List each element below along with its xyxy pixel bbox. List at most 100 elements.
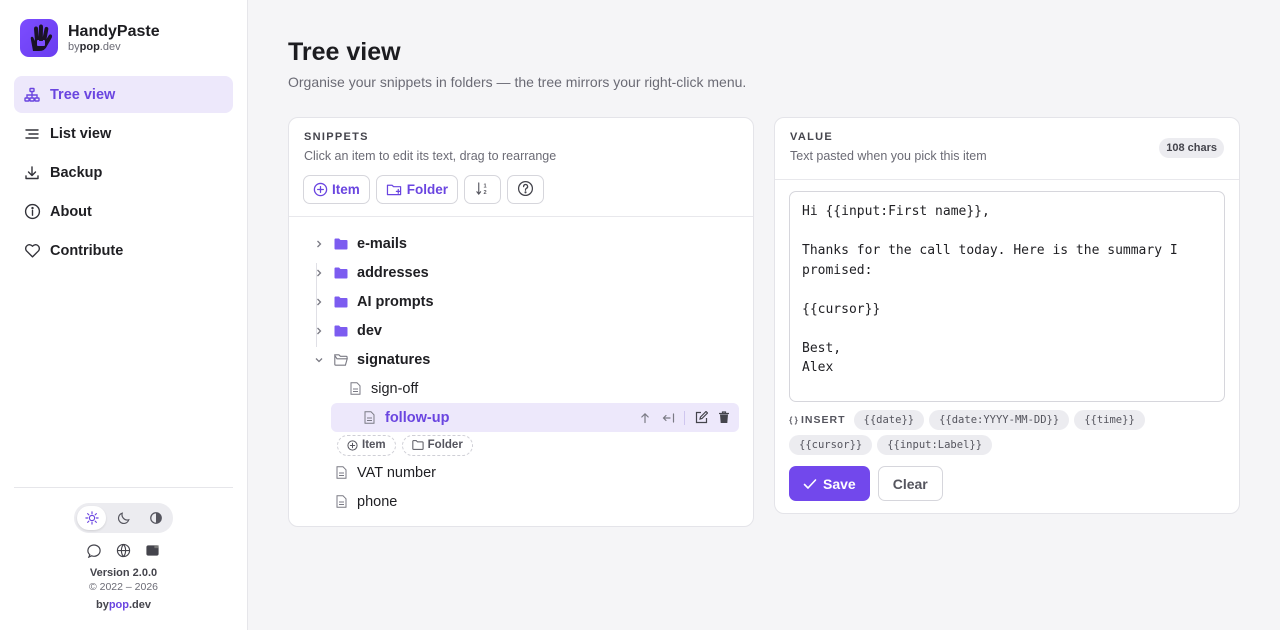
brand[interactable]: HandyPaste bypop.dev (20, 19, 160, 57)
tree-item-label: follow-up (385, 409, 450, 426)
folder-open-icon (333, 353, 349, 366)
insert-label: INSERT (789, 414, 846, 426)
tree-item-label: VAT number (357, 464, 436, 481)
sidebar-item-label: Contribute (50, 242, 124, 259)
add-folder-button[interactable]: Folder (375, 175, 459, 204)
footer-byline[interactable]: bypop.dev (14, 599, 233, 611)
chevron-right-icon[interactable] (311, 268, 327, 278)
outdent-icon[interactable] (661, 411, 675, 425)
trash-icon[interactable] (717, 411, 731, 425)
insert-chip-date-format[interactable]: {{date:YYYY-MM-DD}} (929, 410, 1070, 430)
folder-icon (333, 267, 349, 279)
folder-icon (411, 440, 424, 450)
tree-item-label: sign-off (371, 380, 419, 397)
sidebar-item-label: List view (50, 125, 112, 142)
sidebar-item-backup[interactable]: Backup (14, 154, 233, 191)
save-button[interactable]: Save (789, 466, 870, 501)
file-icon (361, 411, 377, 424)
copyright-label: © 2022 – 2026 (88, 581, 159, 593)
tree-item-vat-number[interactable]: VAT number (303, 458, 741, 487)
value-actions: Save Clear (789, 466, 943, 501)
inline-add-item-button[interactable]: Item (337, 434, 396, 456)
sidebar-nav: Tree view List view Backup About Contrib… (14, 76, 233, 271)
tree-item-label: AI prompts (357, 293, 434, 310)
chat-icon[interactable] (86, 542, 103, 559)
tree-item-follow-up[interactable]: follow-up (331, 403, 739, 432)
sort-button[interactable]: 12 (464, 175, 502, 204)
insert-chip-cursor[interactable]: {{cursor}} (789, 435, 873, 455)
chevron-right-icon[interactable] (311, 326, 327, 336)
tree-item-phone[interactable]: phone (303, 487, 741, 516)
snippets-divider (289, 216, 753, 217)
tree-folder-signatures[interactable]: signatures (303, 345, 741, 374)
tree-icon (23, 86, 41, 104)
contrast-icon (149, 512, 162, 524)
value-heading: VALUE (790, 131, 833, 143)
edit-icon[interactable] (694, 411, 708, 425)
tree-folder-dev[interactable]: dev (303, 316, 741, 345)
clear-button[interactable]: Clear (877, 466, 943, 501)
insert-chip-input-label[interactable]: {{input:Label}} (877, 435, 993, 455)
dark-theme-button[interactable] (109, 506, 138, 530)
moon-icon (117, 512, 130, 524)
tree-item-label: dev (357, 322, 382, 339)
char-count-badge: 108 chars (1159, 138, 1224, 158)
help-icon (517, 180, 534, 200)
insert-chip-date[interactable]: {{date}} (853, 410, 925, 430)
actions-separator (684, 410, 685, 425)
tree-item-sign-off[interactable]: sign-off (331, 374, 741, 403)
check-icon (803, 478, 817, 490)
version-label: Version 2.0.0 (89, 567, 158, 579)
tree-item-label: signatures (357, 351, 431, 368)
sidebar-item-label: Tree view (50, 86, 116, 103)
file-icon (333, 495, 349, 508)
page-subtitle: Organise your snippets in folders — the … (288, 74, 747, 90)
sidebar-item-list-view[interactable]: List view (14, 115, 233, 152)
folder-icon (333, 325, 349, 337)
chevron-right-icon[interactable] (311, 297, 327, 307)
braces-icon (789, 415, 798, 425)
folder-plus-icon (386, 182, 403, 197)
sidebar-item-about[interactable]: About (14, 193, 233, 230)
info-icon (23, 203, 41, 221)
inline-add-folder-button[interactable]: Folder (401, 434, 473, 456)
snippet-value-textarea[interactable]: Hi {{input:First name}}, Thanks for the … (789, 191, 1225, 402)
value-divider (775, 179, 1239, 180)
snippet-tree: e-mails addresses AI prompts dev signatu… (303, 229, 741, 516)
sidebar-item-tree-view[interactable]: Tree view (14, 76, 233, 113)
chevron-right-icon[interactable] (311, 239, 327, 249)
globe-icon[interactable] (115, 542, 132, 559)
auto-theme-button[interactable] (141, 506, 170, 530)
value-description: Text pasted when you pick this item (790, 149, 987, 163)
tree-item-label: e-mails (357, 235, 407, 252)
folder-icon (333, 296, 349, 308)
tree-folder-addresses[interactable]: addresses (303, 258, 741, 287)
arrow-up-icon[interactable] (638, 411, 652, 425)
tree-folder-e-mails[interactable]: e-mails (303, 229, 741, 258)
inline-add-row: Item Folder (337, 432, 741, 458)
insert-placeholders: INSERT {{date}} {{date:YYYY-MM-DD}} {{ti… (789, 410, 1229, 455)
app-byline: bypop.dev (68, 41, 121, 53)
video-icon[interactable] (144, 542, 161, 559)
tree-folder-ai-prompts[interactable]: AI prompts (303, 287, 741, 316)
folder-icon (333, 238, 349, 250)
sidebar-item-label: About (50, 203, 92, 220)
value-card: VALUE Text pasted when you pick this ite… (774, 117, 1240, 514)
page-title: Tree view (288, 38, 401, 66)
app-name: HandyPaste (68, 23, 160, 40)
sort-icon: 12 (475, 181, 490, 199)
light-theme-button[interactable] (77, 506, 106, 530)
sidebar-item-contribute[interactable]: Contribute (14, 232, 233, 269)
sidebar: HandyPaste bypop.dev Tree view List view… (0, 0, 248, 630)
help-button[interactable] (507, 175, 545, 204)
svg-text:1: 1 (483, 183, 486, 189)
file-icon (333, 466, 349, 479)
add-item-button[interactable]: Item (303, 175, 370, 204)
chevron-down-icon[interactable] (311, 355, 327, 365)
snippets-heading: SNIPPETS (304, 131, 369, 143)
social-links (14, 542, 233, 559)
file-icon (347, 382, 363, 395)
theme-toggle (74, 503, 173, 533)
sidebar-footer: Version 2.0.0 © 2022 – 2026 bypop.dev (14, 487, 233, 611)
insert-chip-time[interactable]: {{time}} (1074, 410, 1145, 430)
